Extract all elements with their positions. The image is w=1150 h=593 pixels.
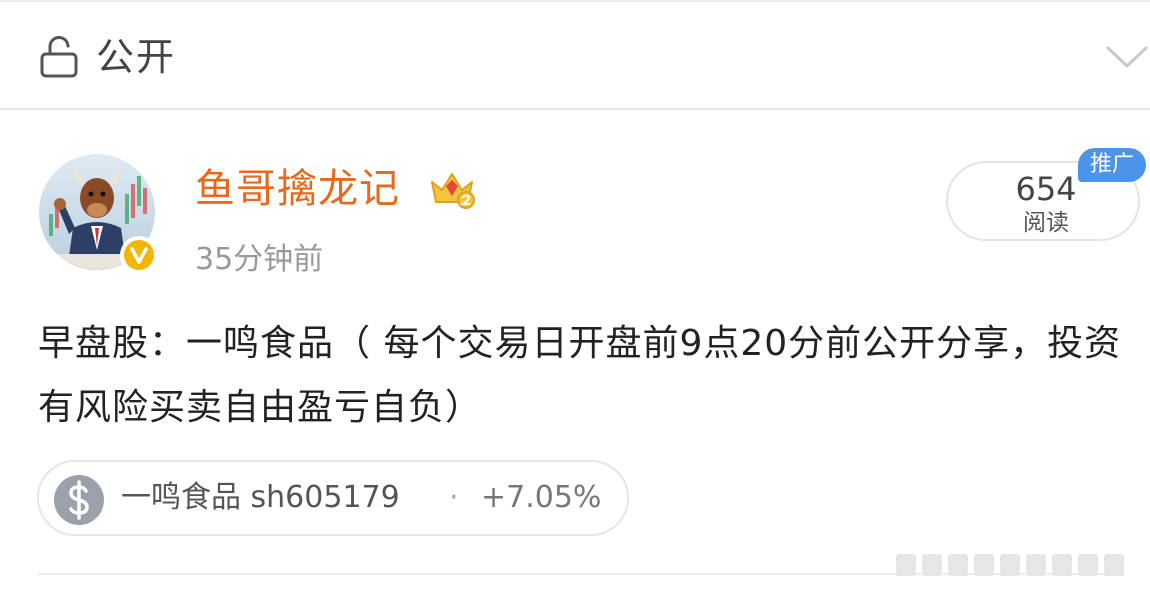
post-time: 35分钟前	[195, 242, 324, 277]
stock-change: +7.05%	[481, 480, 602, 515]
divider	[0, 108, 1150, 110]
watermark-logo	[896, 554, 1124, 576]
dollar-icon	[54, 475, 104, 525]
post-text: 早盘股：一鸣食品（ 每个交易日开盘前9点20分前公开分享，投资有风险买卖自由盈亏…	[38, 323, 1122, 428]
stock-chip[interactable]: 一鸣食品 sh605179 · +7.05%	[37, 460, 629, 536]
lock-open-icon	[40, 36, 78, 78]
chevron-down-icon[interactable]	[1104, 42, 1150, 72]
visibility-selector[interactable]: 公开	[0, 2, 1150, 108]
author-name[interactable]: 鱼哥擒龙记	[195, 162, 400, 216]
verified-v-badge-icon	[120, 236, 158, 274]
crown-level-icon[interactable]	[428, 168, 476, 210]
promo-tag: 推广	[1078, 148, 1146, 182]
read-label: 阅读	[1023, 210, 1069, 236]
visibility-label: 公开	[96, 35, 177, 79]
stock-name-code: 一鸣食品 sh605179	[121, 480, 400, 515]
stock-separator: ·	[449, 480, 459, 515]
